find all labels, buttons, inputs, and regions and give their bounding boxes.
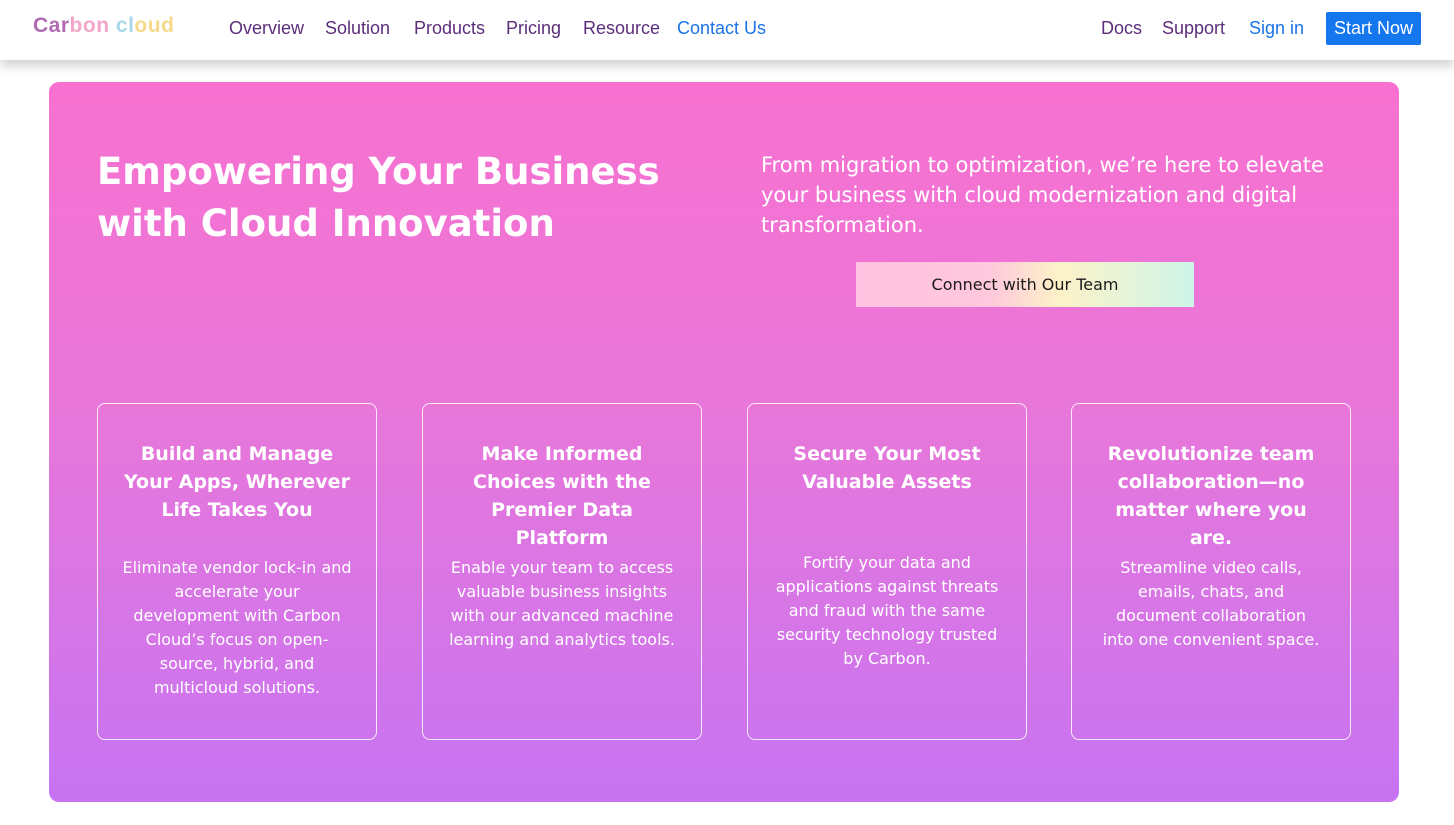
brand-letter: u — [147, 14, 162, 37]
brand-letter: C — [33, 14, 49, 37]
brand-logo[interactable]: Carbon cloud — [33, 14, 174, 38]
brand-name: Carbon cloud — [33, 14, 174, 37]
nav-overview[interactable]: Overview — [229, 18, 304, 39]
connect-team-button[interactable]: Connect with Our Team — [856, 262, 1194, 307]
nav-support[interactable]: Support — [1162, 18, 1225, 39]
start-now-button[interactable]: Start Now — [1326, 12, 1421, 45]
feature-card-data: Make Informed Choices with the Premier D… — [422, 403, 702, 740]
card-title: Build and Manage Your Apps, Wherever Lif… — [124, 443, 350, 521]
card-title: Revolutionize team collaboration—no matt… — [1107, 443, 1315, 549]
nav-products[interactable]: Products — [414, 18, 485, 39]
nav-solution[interactable]: Solution — [325, 18, 390, 39]
card-body: Fortify your data and applications again… — [775, 553, 999, 668]
hero-title: Empowering Your Business with Cloud Inno… — [97, 150, 660, 245]
card-body: Eliminate vendor lock-in and accelerate … — [122, 558, 352, 697]
brand-letter: o — [134, 14, 148, 37]
nav-resource[interactable]: Resource — [583, 18, 660, 39]
nav-pricing[interactable]: Pricing — [506, 18, 561, 39]
top-navbar: Carbon cloud Overview Solution Products … — [0, 0, 1454, 60]
card-title: Make Informed Choices with the Premier D… — [473, 443, 651, 549]
brand-letter: r — [60, 14, 70, 37]
brand-letter: a — [48, 14, 61, 37]
nav-contact-us[interactable]: Contact Us — [677, 18, 766, 39]
card-body: Enable your team to access valuable busi… — [449, 558, 675, 649]
brand-letter: c — [115, 14, 129, 37]
feature-card-security: Secure Your Most Valuable Assets Fortify… — [747, 403, 1027, 740]
hero-subtitle: From migration to optimization, we’re he… — [761, 153, 1324, 237]
feature-card-collaboration: Revolutionize team collaboration—no matt… — [1071, 403, 1351, 740]
feature-card-apps: Build and Manage Your Apps, Wherever Lif… — [97, 403, 377, 740]
card-body: Streamline video calls, emails, chats, a… — [1102, 558, 1320, 649]
nav-sign-in[interactable]: Sign in — [1249, 18, 1304, 39]
brand-letter: b — [69, 14, 83, 37]
hero-section: Empowering Your Business with Cloud Inno… — [49, 82, 1399, 802]
brand-letter: n — [96, 14, 110, 37]
nav-docs[interactable]: Docs — [1101, 18, 1142, 39]
card-title: Secure Your Most Valuable Assets — [793, 443, 981, 493]
brand-letter: d — [161, 14, 175, 37]
brand-letter: o — [82, 14, 97, 37]
